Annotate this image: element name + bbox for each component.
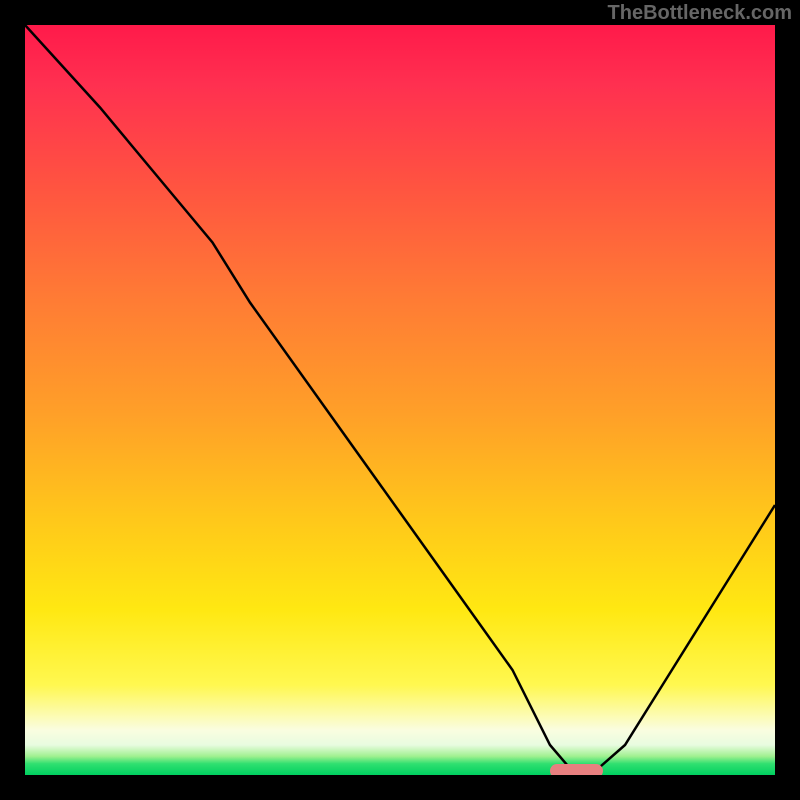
bottleneck-curve [25,25,775,775]
plot-area [25,25,775,775]
optimum-marker [550,764,603,775]
watermark-text: TheBottleneck.com [608,2,792,25]
